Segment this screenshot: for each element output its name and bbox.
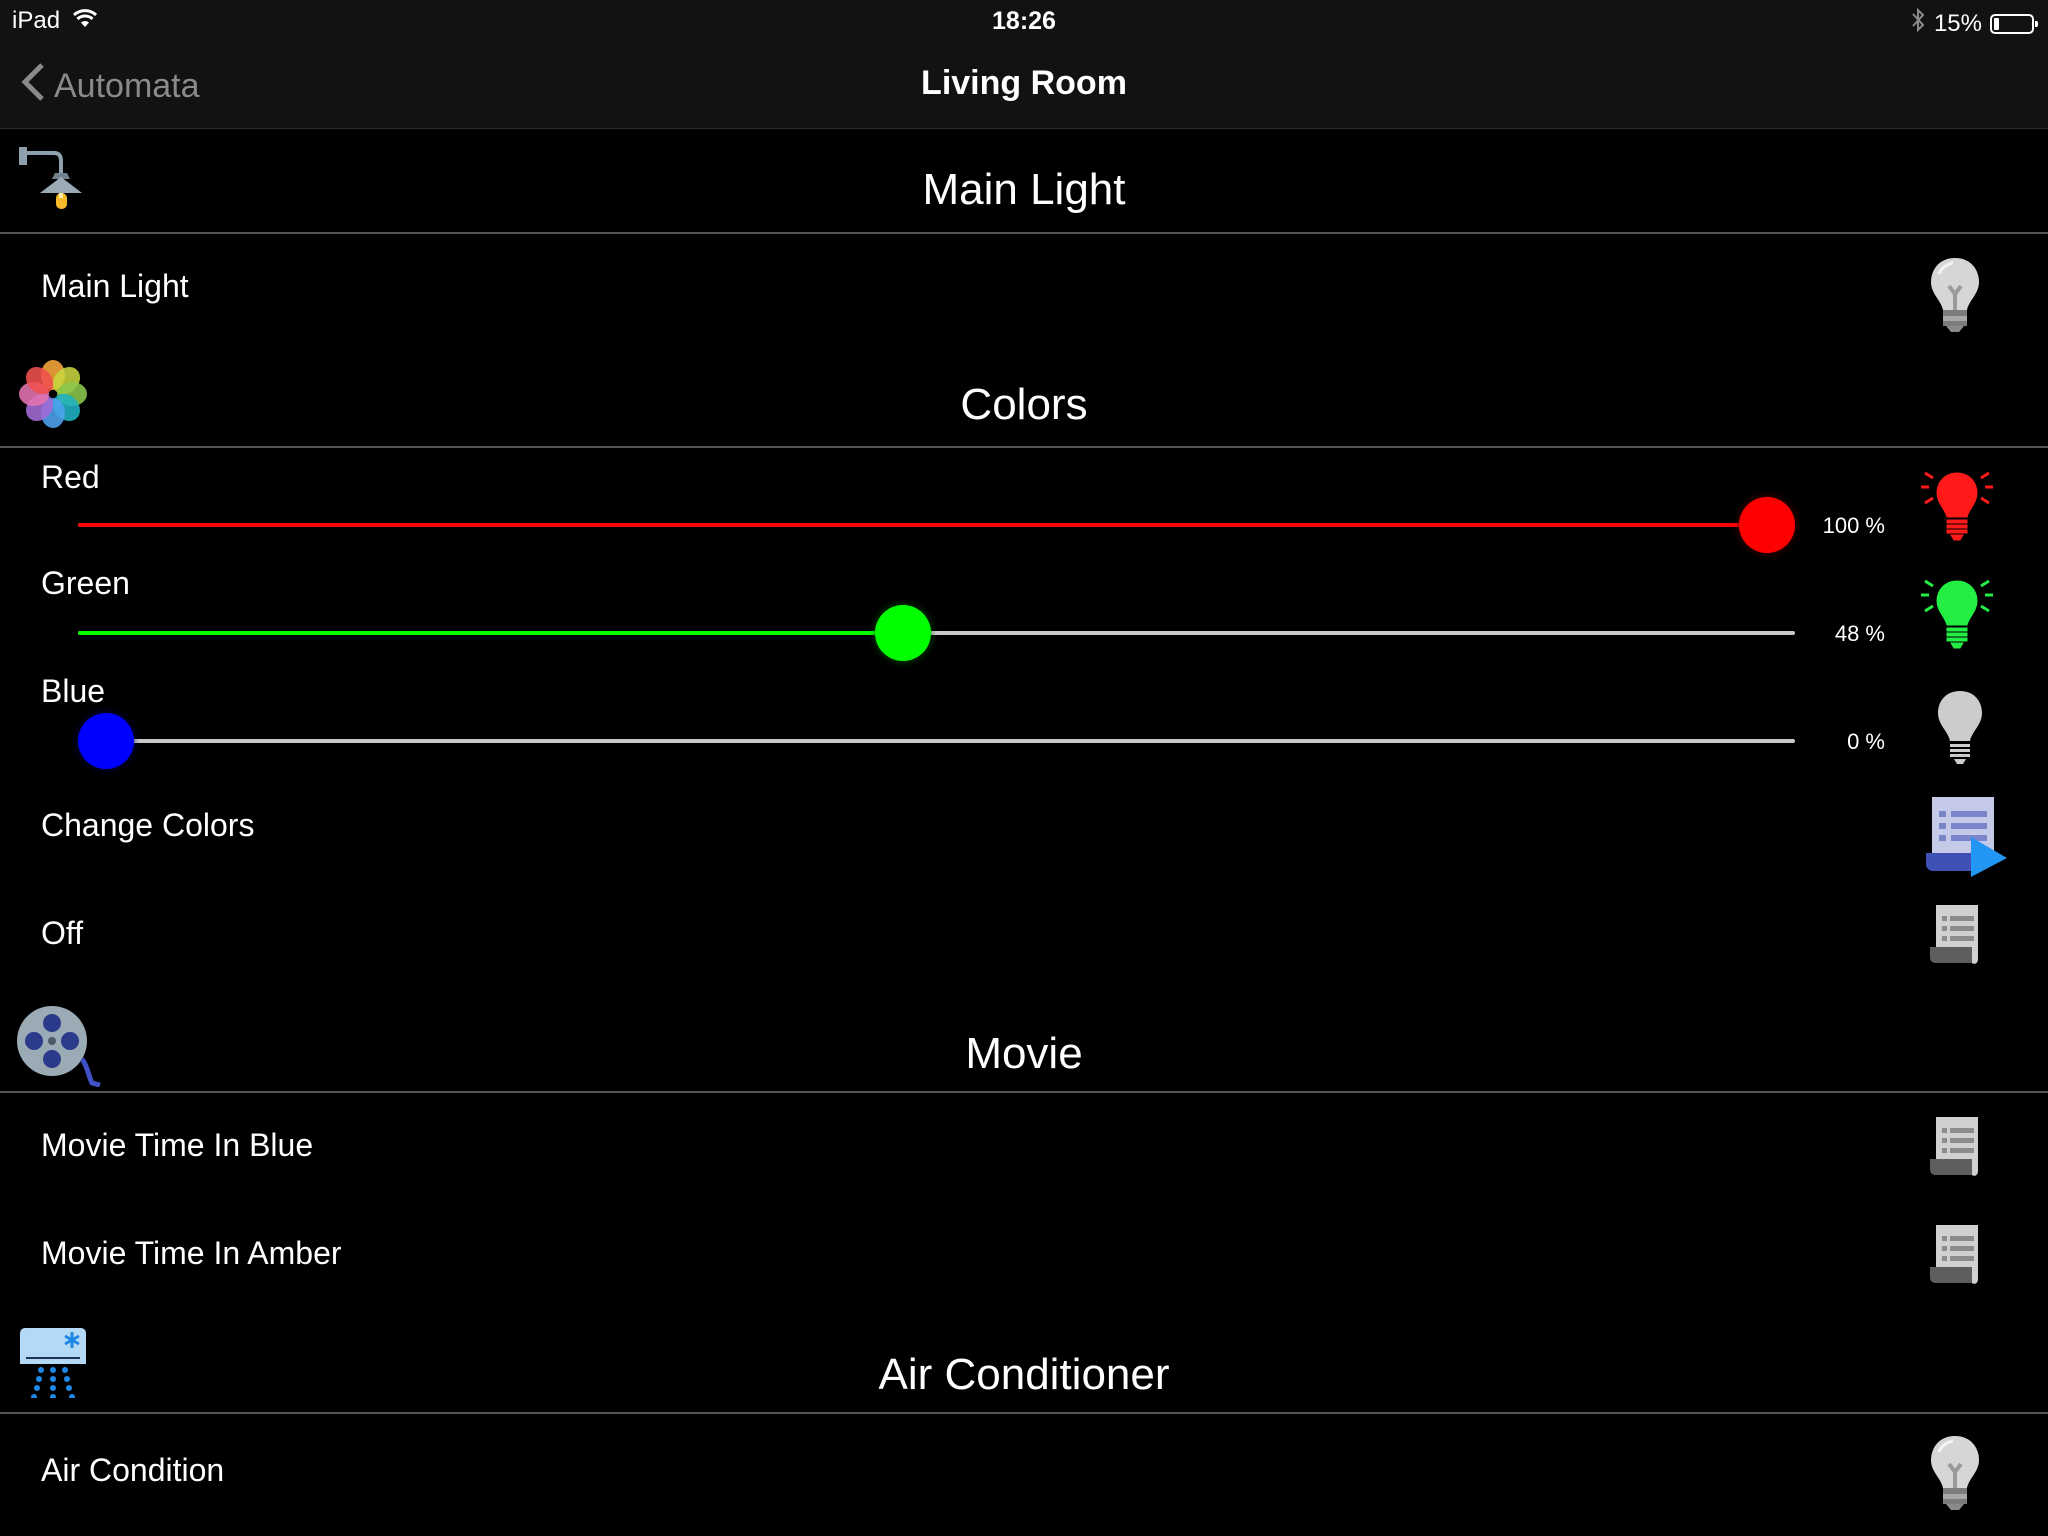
slider-value: 100 % bbox=[1822, 513, 1885, 538]
row-label: Off bbox=[41, 915, 84, 951]
section-title: Movie bbox=[965, 1029, 1083, 1078]
slider-value: 48 % bbox=[1834, 621, 1885, 646]
lightbulb-red-on-icon[interactable] bbox=[1915, 467, 1999, 552]
status-bar: iPad 18:26 15% bbox=[0, 0, 2048, 42]
scene-icon[interactable] bbox=[1928, 1113, 1988, 1188]
slider-row-green: Green 48 % bbox=[0, 557, 2048, 665]
scene-row-off[interactable]: Off bbox=[0, 883, 2048, 991]
scene-row-movie-time-in-amber[interactable]: Movie Time In Amber bbox=[0, 1201, 2048, 1311]
section-title: Main Light bbox=[922, 165, 1126, 214]
section-title: Colors bbox=[960, 380, 1088, 429]
slider-thumb[interactable] bbox=[78, 713, 134, 769]
page-title: Living Room bbox=[921, 64, 1127, 102]
battery-percent: 15% bbox=[1933, 9, 1982, 37]
row-label: Main Light bbox=[41, 268, 189, 304]
slider-label: Blue bbox=[41, 673, 106, 709]
scene-running-icon[interactable] bbox=[1925, 785, 2009, 882]
lightbulb-green-on-icon[interactable] bbox=[1915, 575, 1999, 660]
slider-value: 0 % bbox=[1847, 729, 1885, 754]
battery-level bbox=[1994, 17, 2000, 30]
slider-label: Green bbox=[41, 565, 130, 601]
slider-label: Red bbox=[41, 459, 100, 495]
green-slider[interactable] bbox=[78, 603, 1795, 663]
status-time: 18:26 bbox=[992, 7, 1056, 35]
row-label: Movie Time In Blue bbox=[41, 1127, 314, 1163]
scene-icon[interactable] bbox=[1928, 1221, 1988, 1296]
red-slider[interactable] bbox=[78, 495, 1795, 555]
row-label: Air Condition bbox=[41, 1452, 225, 1488]
blue-slider[interactable] bbox=[78, 711, 1795, 771]
slider-thumb[interactable] bbox=[875, 605, 932, 661]
slider-row-red: Red 100 % bbox=[0, 447, 2048, 557]
section-header-main-light: Main Light bbox=[0, 129, 2048, 234]
scene-icon[interactable] bbox=[1928, 901, 1988, 976]
lightbulb-off-icon[interactable] bbox=[1925, 1432, 1985, 1517]
slider-fill bbox=[78, 631, 904, 635]
navigation-bar: Automata Living Room bbox=[0, 42, 2048, 129]
row-label: Change Colors bbox=[41, 807, 255, 843]
slider-track bbox=[78, 739, 1795, 743]
lightbulb-off-icon[interactable] bbox=[1925, 254, 1985, 339]
slider-fill bbox=[78, 523, 1767, 527]
section-title: Air Conditioner bbox=[878, 1350, 1170, 1399]
lightbulb-off-icon[interactable] bbox=[1930, 687, 1990, 772]
battery-icon bbox=[1990, 13, 2038, 34]
slider-row-blue: Blue 0 % bbox=[0, 665, 2048, 775]
scene-row-change-colors[interactable]: Change Colors bbox=[0, 775, 2048, 883]
bluetooth-icon bbox=[1910, 7, 1926, 40]
accessory-row-main-light[interactable]: Main Light bbox=[0, 234, 2048, 340]
scene-row-movie-time-in-blue[interactable]: Movie Time In Blue bbox=[0, 1093, 2048, 1201]
accessory-row-air-condition[interactable]: Air Condition bbox=[0, 1414, 2048, 1524]
section-header-movie: Movie bbox=[0, 991, 2048, 1093]
section-header-air-conditioner: Air Conditioner bbox=[0, 1311, 2048, 1414]
row-label: Movie Time In Amber bbox=[41, 1235, 342, 1271]
section-header-colors: Colors bbox=[0, 340, 2048, 448]
